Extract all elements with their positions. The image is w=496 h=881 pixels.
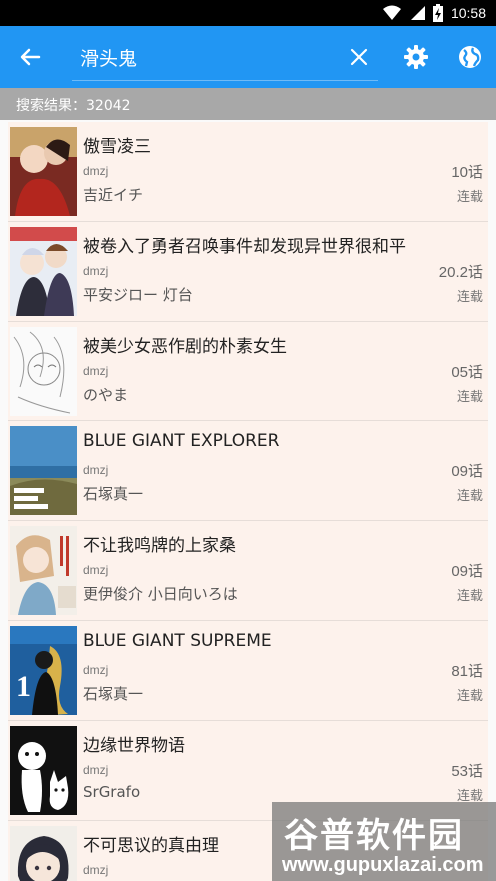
serial-status: 连载 [456, 489, 483, 505]
manga-title: 被卷入了勇者召唤事件却发现异世界很和平 [83, 236, 406, 257]
latest-chapter: 05话 [451, 363, 483, 381]
wifi-icon [382, 5, 401, 20]
manga-source: dmzj [83, 563, 109, 578]
serial-status: 连载 [456, 190, 483, 205]
manga-author: 更伊俊介 小日向いろは [83, 585, 238, 604]
manga-title: BLUE GIANT EXPLORER [83, 431, 280, 452]
latest-chapter: 81话 [451, 662, 483, 680]
manga-title: 不可思议的真由理 [83, 835, 219, 856]
manga-source: dmzj [83, 263, 109, 278]
list-item[interactable]: 傲雪凌三 dmzj 吉近イチ 10话 连载 [8, 122, 488, 222]
cover-image [10, 426, 77, 516]
cover-image [10, 725, 77, 815]
latest-chapter: 09话 [451, 463, 483, 481]
cover-image [10, 526, 77, 616]
manga-author: 吉近イチ [83, 186, 144, 204]
watermark-url: www.gupuxlazai.com [282, 854, 484, 876]
battery-charging-icon [432, 4, 443, 22]
list-item[interactable]: BLUE GIANT EXPLORER dmzj 石塚真一 09话 连载 [8, 421, 488, 522]
search-input[interactable] [80, 41, 300, 73]
svg-text:1: 1 [16, 670, 31, 703]
result-count: 搜索结果：32042 [16, 98, 131, 114]
serial-status: 连载 [456, 688, 483, 704]
latest-chapter: 09话 [451, 563, 483, 581]
manga-title: 被美少女恶作剧的朴素女生 [83, 336, 287, 357]
manga-author: SrGrafo [83, 782, 141, 801]
manga-source: dmzj [83, 463, 109, 478]
app-bar [0, 26, 496, 88]
status-icons: 10:58 [382, 3, 486, 23]
search-result-bar: 搜索结果：32042 [0, 88, 496, 120]
serial-status: 连载 [456, 589, 483, 605]
gear-icon[interactable] [400, 41, 432, 73]
latest-chapter: 20.2话 [438, 263, 483, 281]
status-bar: 10:58 [0, 0, 496, 26]
cover-image [10, 226, 77, 316]
arrow-left-icon[interactable] [14, 41, 46, 73]
manga-title: 傲雪凌三 [83, 137, 151, 157]
manga-author: のやま [83, 385, 129, 404]
globe-icon[interactable] [454, 41, 486, 73]
serial-status: 连载 [456, 788, 483, 804]
serial-status: 连载 [456, 389, 483, 405]
result-list: 傲雪凌三 dmzj 吉近イチ 10话 连载 被卷入了勇者召唤事件却发现异世界很和… [0, 122, 496, 881]
latest-chapter: 53话 [451, 762, 483, 780]
close-icon[interactable] [343, 41, 375, 73]
list-item[interactable]: 1 BLUE GIANT SUPREME dmzj 石塚真一 81话 连载 [8, 620, 488, 721]
manga-source: dmzj [83, 762, 109, 777]
cover-image [10, 326, 77, 416]
list-item[interactable]: 被卷入了勇者召唤事件却发现异世界很和平 dmzj 平安ジロー 灯台 20.2话 … [8, 221, 488, 322]
latest-chapter: 10话 [451, 164, 483, 181]
list-item[interactable]: 被美少女恶作剧的朴素女生 dmzj のやま 05话 连载 [8, 321, 488, 422]
manga-source: dmzj [83, 662, 109, 677]
manga-source: dmzj [83, 363, 109, 378]
search-underline [72, 80, 378, 81]
manga-author: 石塚真一 [83, 684, 144, 703]
manga-author: 平安ジロー 灯台 [83, 285, 193, 304]
manga-title: 不让我鸣牌的上家桑 [83, 536, 236, 557]
signal-icon [410, 6, 425, 20]
manga-source: dmzj [83, 164, 109, 178]
clock: 10:58 [450, 5, 486, 21]
manga-author: 石塚真一 [83, 485, 144, 504]
manga-source: dmzj [83, 862, 109, 877]
list-item[interactable]: 不让我鸣牌的上家桑 dmzj 更伊俊介 小日向いろは 09话 连载 [8, 521, 488, 621]
manga-title: 边缘世界物语 [83, 735, 185, 756]
manga-title: BLUE GIANT SUPREME [83, 630, 272, 651]
cover-image [10, 127, 77, 216]
serial-status: 连载 [456, 289, 483, 305]
cover-image [10, 825, 77, 881]
watermark-title: 谷普软件园 [284, 816, 464, 856]
watermark-overlay: 谷普软件园 www.gupuxlazai.com [272, 802, 496, 881]
cover-image: 1 [10, 625, 77, 715]
